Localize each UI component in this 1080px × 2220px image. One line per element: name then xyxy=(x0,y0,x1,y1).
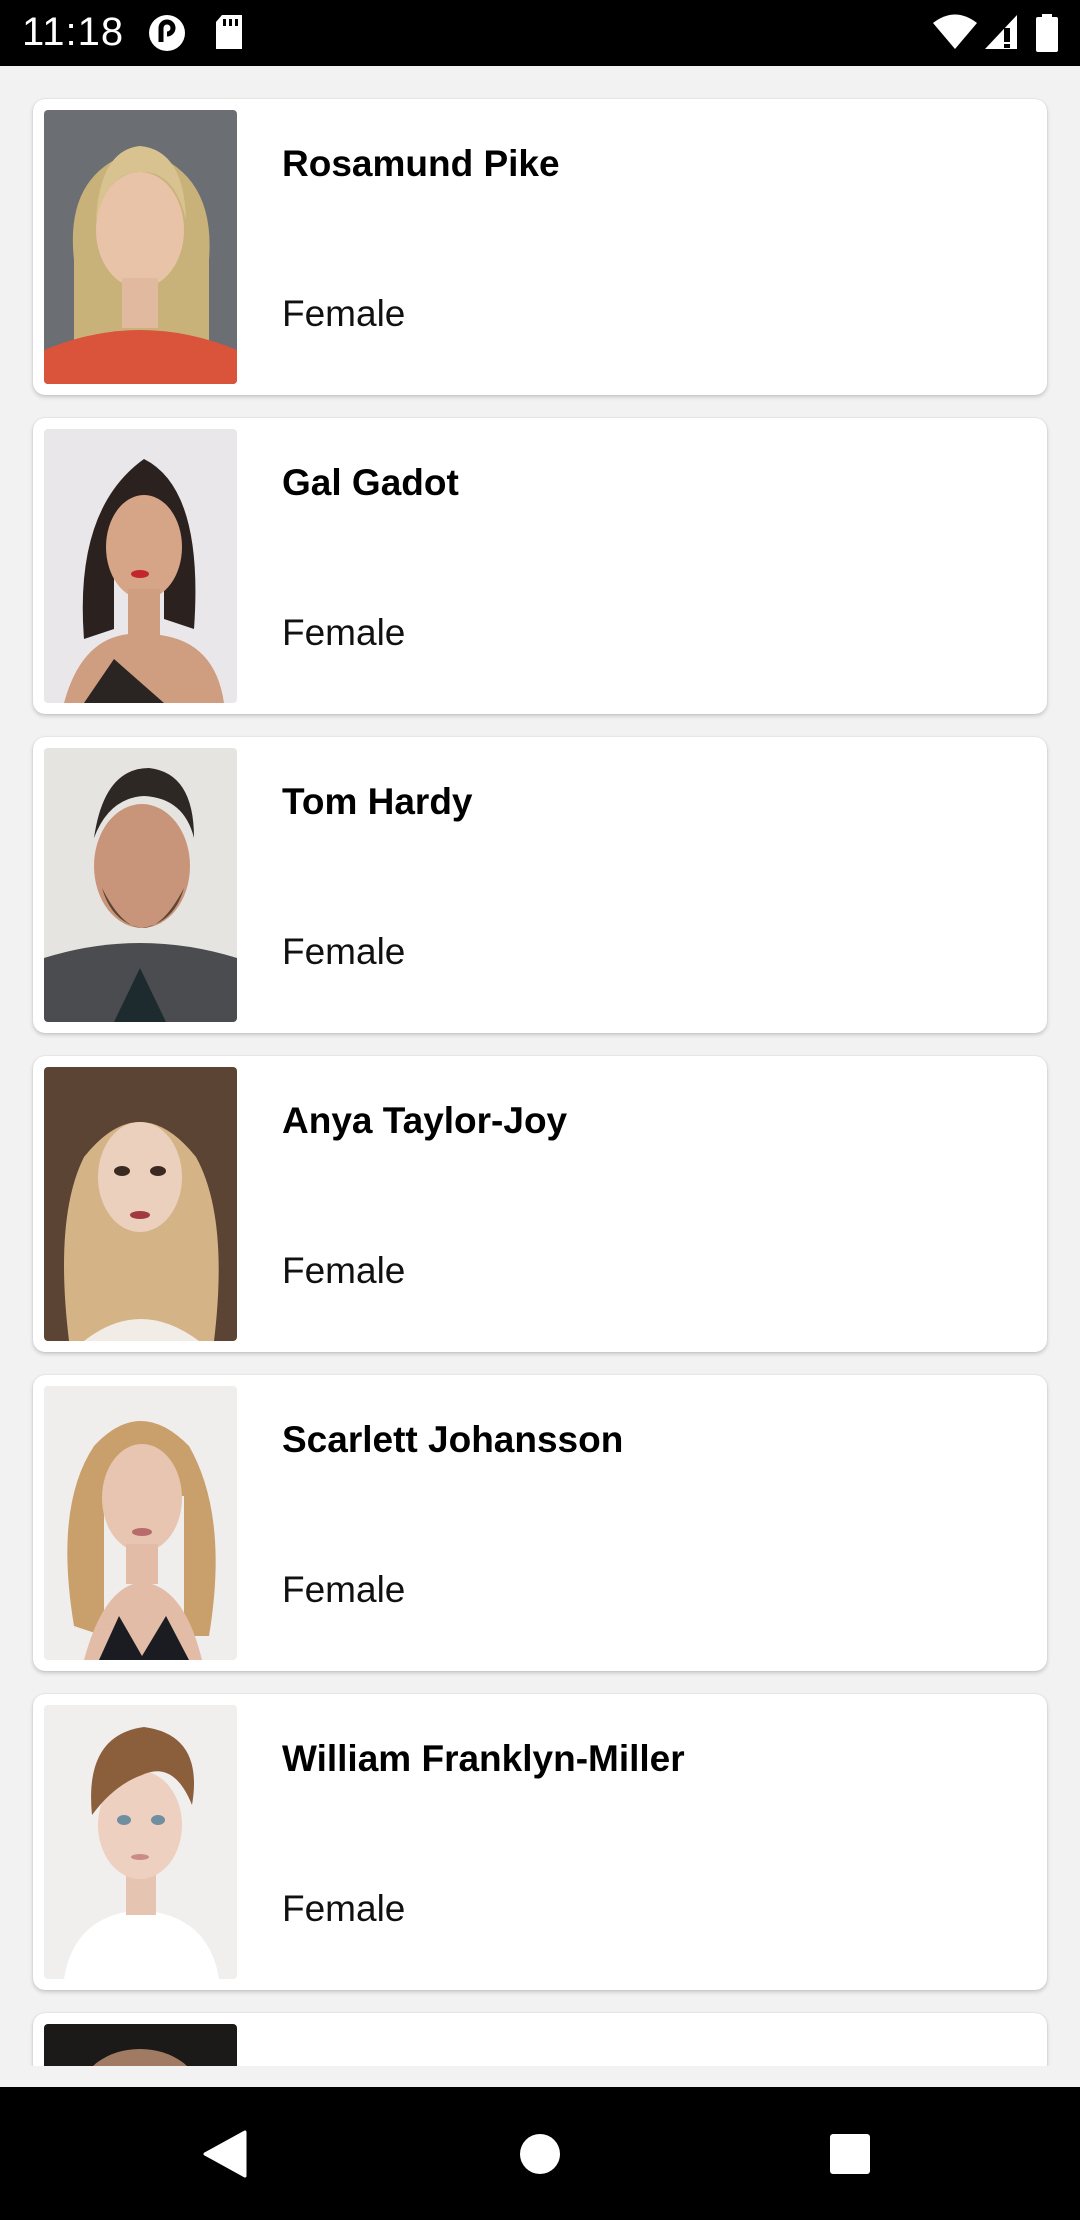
person-card[interactable]: Tom Hardy Female xyxy=(33,737,1047,1033)
person-photo xyxy=(44,2024,237,2066)
wifi-icon xyxy=(932,14,978,55)
person-card[interactable]: Anya Taylor-Joy Female xyxy=(33,1056,1047,1352)
person-photo xyxy=(44,429,237,703)
signal-icon xyxy=(984,14,1018,55)
person-name: William Franklyn-Miller xyxy=(282,1738,685,1779)
person-card[interactable]: Scarlett Johansson Female xyxy=(33,1375,1047,1671)
person-name: Anya Taylor-Joy xyxy=(282,1100,568,1141)
back-icon xyxy=(203,2130,247,2177)
person-card[interactable]: Gal Gadot Female xyxy=(33,418,1047,714)
person-gender: Female xyxy=(282,612,406,653)
person-gender: Female xyxy=(282,1888,406,1929)
people-list[interactable]: Rosamund Pike Female Gal Gadot Female To… xyxy=(0,66,1080,2066)
person-photo xyxy=(44,110,237,384)
person-name: Tom Hardy xyxy=(282,781,473,822)
person-photo xyxy=(44,748,237,1022)
person-gender: Female xyxy=(282,1569,406,1610)
back-button[interactable] xyxy=(145,2087,305,2220)
person-card-partial[interactable] xyxy=(33,2013,1047,2066)
pocket-casts-icon xyxy=(148,14,186,57)
person-photo xyxy=(44,1067,237,1341)
person-photo xyxy=(44,1705,237,1979)
person-gender: Female xyxy=(282,293,406,334)
sd-card-icon xyxy=(214,14,244,55)
recents-button[interactable] xyxy=(770,2087,930,2220)
recents-icon xyxy=(830,2133,870,2174)
person-card[interactable]: William Franklyn-Miller Female xyxy=(33,1694,1047,1990)
person-gender: Female xyxy=(282,931,406,972)
person-photo xyxy=(44,1386,237,1660)
person-name: Scarlett Johansson xyxy=(282,1419,624,1460)
person-gender: Female xyxy=(282,1250,406,1291)
status-time: 11:18 xyxy=(22,10,125,54)
person-name: Rosamund Pike xyxy=(282,143,560,184)
person-name: Gal Gadot xyxy=(282,462,459,503)
home-button[interactable] xyxy=(460,2087,620,2220)
home-icon xyxy=(520,2133,560,2174)
navigation-bar xyxy=(0,2087,1080,2220)
person-card[interactable]: Rosamund Pike Female xyxy=(33,99,1047,395)
battery-icon xyxy=(1036,14,1058,57)
status-bar: 11:18 xyxy=(0,0,1080,66)
